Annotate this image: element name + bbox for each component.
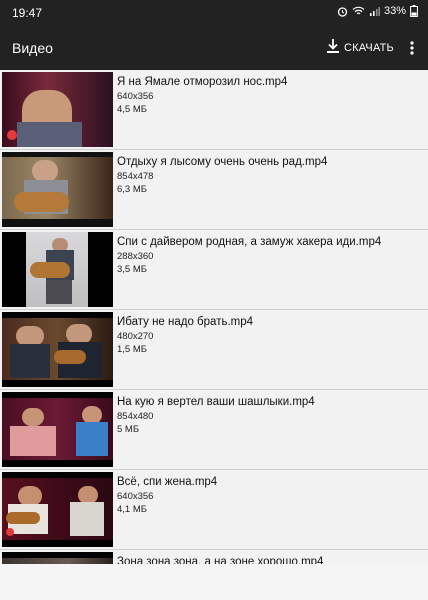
video-list-item[interactable]: Я на Ямале отморозил нос.mp4 640x356 4,5… (0, 70, 428, 150)
download-button[interactable]: СКАЧАТЬ (326, 36, 394, 60)
video-resolution: 480x270 (117, 331, 154, 342)
video-list-item[interactable]: На кую я вертел ваши шашлыки.mp4 854x480… (0, 390, 428, 470)
video-name: Всё, спи жена.mp4 (117, 476, 218, 488)
video-list: Я на Ямале отморозил нос.mp4 640x356 4,5… (0, 70, 428, 564)
video-list-item[interactable]: Всё, спи жена.mp4 640x356 4,1 МБ (0, 470, 428, 550)
wifi-icon (352, 6, 365, 16)
video-name: Я на Ямале отморозил нос.mp4 (117, 76, 288, 88)
video-size: 4,1 МБ (117, 504, 147, 515)
video-list-item[interactable]: Отдыху я лысому очень очень рад.mp4 854x… (0, 150, 428, 230)
video-name: Отдыху я лысому очень очень рад.mp4 (117, 156, 328, 168)
video-resolution: 640x356 (117, 491, 154, 502)
video-list-item[interactable]: Зона зона зона, а на зоне хорошо.mp4 (0, 550, 428, 564)
video-name: Ибату не надо брать.mp4 (117, 316, 254, 328)
video-info: На кую я вертел ваши шашлыки.mp4 854x480… (117, 395, 422, 436)
system-navigation-bar (0, 564, 428, 600)
video-size: 1,5 МБ (117, 344, 147, 355)
video-thumbnail (2, 232, 113, 307)
video-size: 5 МБ (117, 424, 140, 435)
video-resolution: 854x480 (117, 411, 154, 422)
video-resolution: 854x478 (117, 171, 154, 182)
download-icon (326, 38, 340, 59)
video-info: Я на Ямале отморозил нос.mp4 640x356 4,5… (117, 75, 422, 116)
app-toolbar: Видео СКАЧАТЬ (0, 26, 428, 70)
video-thumbnail (2, 472, 113, 547)
more-options-icon[interactable] (404, 38, 420, 58)
video-size: 6,3 МБ (117, 184, 147, 195)
download-label: СКАЧАТЬ (344, 42, 394, 54)
video-thumbnail (2, 552, 113, 564)
video-info: Всё, спи жена.mp4 640x356 4,1 МБ (117, 475, 422, 516)
page-title: Видео (12, 40, 53, 56)
video-resolution: 640x356 (117, 91, 154, 102)
video-size: 4,5 МБ (117, 104, 147, 115)
video-name: На кую я вертел ваши шашлыки.mp4 (117, 396, 315, 408)
status-bar: 19:47 33% (0, 0, 428, 26)
signal-icon (369, 6, 380, 16)
alarm-icon (337, 6, 348, 17)
video-info: Спи с дайвером родная, а замуж хакера ид… (117, 235, 422, 276)
video-thumbnail (2, 392, 113, 467)
video-info: Зона зона зона, а на зоне хорошо.mp4 (117, 555, 422, 564)
video-thumbnail (2, 72, 113, 147)
video-list-item[interactable]: Спи с дайвером родная, а замуж хакера ид… (0, 230, 428, 310)
video-info: Ибату не надо брать.mp4 480x270 1,5 МБ (117, 315, 422, 356)
status-icons: 33% (337, 5, 418, 17)
status-time: 19:47 (12, 6, 43, 20)
battery-percent: 33% (383, 5, 406, 17)
video-resolution: 288x360 (117, 251, 154, 262)
battery-icon (410, 5, 418, 17)
video-thumbnail (2, 312, 113, 387)
video-list-item[interactable]: Ибату не надо брать.mp4 480x270 1,5 МБ (0, 310, 428, 390)
video-name: Зона зона зона, а на зоне хорошо.mp4 (117, 556, 324, 564)
video-info: Отдыху я лысому очень очень рад.mp4 854x… (117, 155, 422, 196)
video-name: Спи с дайвером родная, а замуж хакера ид… (117, 236, 382, 248)
video-thumbnail (2, 152, 113, 227)
video-size: 3,5 МБ (117, 264, 147, 275)
